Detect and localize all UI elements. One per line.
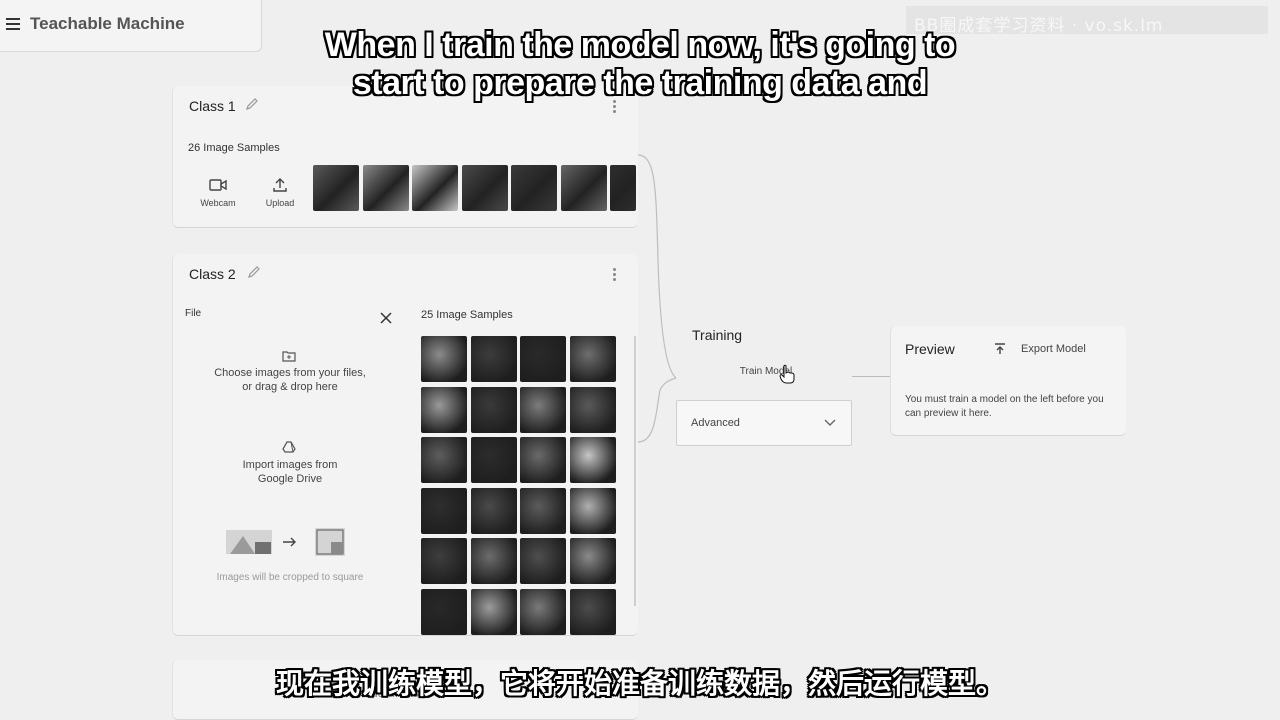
advanced-dropdown[interactable]: Advanced: [676, 400, 852, 446]
image-sample-thumbnail[interactable]: [421, 336, 467, 382]
webcam-button[interactable]: Webcam: [195, 176, 241, 208]
advanced-label: Advanced: [691, 417, 740, 429]
export-model-label: Export Model: [1021, 343, 1086, 355]
preview-card: Preview Export Model You must train a mo…: [890, 326, 1126, 436]
choose-files-line2: or drag & drop here: [242, 381, 338, 393]
samples-count: 26 Image Samples: [188, 142, 280, 154]
class-card-2: Class 2 File Choose images from your fil…: [172, 254, 638, 636]
more-options-icon[interactable]: [613, 100, 617, 114]
image-sample-thumbnail[interactable]: [461, 165, 508, 211]
folder-icon: [282, 351, 296, 362]
crop-note: Images will be cropped to square: [216, 572, 364, 583]
subtitle-chinese: 现在我训练模型，它将开始准备训练数据，然后运行模型。: [275, 667, 1004, 700]
image-sample-thumbnail[interactable]: [470, 538, 517, 584]
samples-count: 25 Image Samples: [421, 309, 513, 321]
image-sample-thumbnail[interactable]: [520, 336, 566, 382]
image-sample-thumbnail[interactable]: [520, 386, 566, 433]
upload-button[interactable]: Upload: [257, 176, 303, 208]
image-sample-thumbnail[interactable]: [470, 386, 517, 433]
image-sample-thumbnail[interactable]: [560, 165, 607, 211]
image-sample-thumbnail[interactable]: [470, 487, 517, 534]
image-sample-thumbnail[interactable]: [569, 538, 616, 584]
drive-line1: Import images from: [242, 459, 338, 471]
subtitle-english-line2: start to prepare the training data and: [352, 64, 928, 102]
image-sample-thumbnail[interactable]: [470, 588, 517, 635]
subtitle-english-line1: When I train the model now, it's going t…: [324, 26, 956, 64]
preview-title: Preview: [905, 341, 955, 357]
image-sample-thumbnail[interactable]: [412, 165, 458, 211]
pencil-icon[interactable]: [247, 265, 261, 279]
hand-cursor-icon: [779, 364, 795, 384]
image-sample-thumbnail[interactable]: [511, 165, 557, 211]
image-sample-thumbnail[interactable]: [470, 437, 517, 483]
image-sample-thumbnail[interactable]: [569, 386, 616, 433]
image-sample-thumbnail[interactable]: [470, 336, 517, 382]
image-sample-thumbnail[interactable]: [520, 437, 566, 483]
image-sample-thumbnail[interactable]: [520, 588, 566, 635]
image-sample-thumbnail[interactable]: [569, 437, 616, 483]
image-sample-thumbnail[interactable]: [421, 487, 467, 534]
train-model-button[interactable]: Train Model: [720, 360, 812, 384]
more-options-icon[interactable]: [613, 268, 617, 282]
image-sample-thumbnail[interactable]: [610, 165, 636, 211]
class-card-1: Class 1 26 Image Samples Webcam Upload: [172, 86, 638, 228]
image-sample-thumbnail[interactable]: [313, 165, 359, 211]
drive-line2: Google Drive: [257, 473, 323, 485]
upload-icon: [273, 178, 287, 192]
file-panel-label: File: [185, 308, 202, 319]
training-title: Training: [692, 327, 743, 343]
webcam-label: Webcam: [200, 198, 236, 208]
class-title[interactable]: Class 2: [189, 266, 236, 282]
close-icon[interactable]: [379, 311, 393, 325]
crop-illustration: [226, 528, 345, 556]
image-sample-thumbnail[interactable]: [421, 588, 467, 635]
choose-files-line1: Choose images from your files,: [214, 367, 366, 379]
training-card: Training Train Model Advanced: [676, 316, 852, 446]
image-sample-thumbnail[interactable]: [520, 538, 566, 584]
image-sample-thumbnail[interactable]: [569, 487, 616, 534]
chevron-down-icon: [824, 419, 836, 426]
image-sample-thumbnail[interactable]: [520, 487, 566, 534]
webcam-icon: [209, 179, 227, 191]
subtitle-english: When I train the model now, it's going t…: [0, 26, 1280, 102]
preview-message: You must train a model on the left befor…: [905, 394, 1104, 419]
image-sample-thumbnail[interactable]: [569, 588, 616, 635]
image-sample-thumbnail[interactable]: [421, 386, 467, 433]
google-drive-icon: [282, 441, 296, 453]
image-sample-thumbnail[interactable]: [362, 165, 409, 211]
export-model-button[interactable]: Export Model: [993, 340, 1103, 360]
image-sample-thumbnail[interactable]: [569, 336, 616, 382]
export-icon: [995, 343, 1005, 354]
image-sample-thumbnail[interactable]: [421, 437, 467, 483]
upload-label: Upload: [265, 198, 295, 208]
google-drive-button[interactable]: Import images from Google Drive: [193, 458, 387, 486]
connector-line: [852, 376, 890, 377]
choose-files-button[interactable]: Choose images from your files, or drag &…: [193, 366, 387, 394]
image-sample-thumbnail[interactable]: [421, 538, 467, 584]
